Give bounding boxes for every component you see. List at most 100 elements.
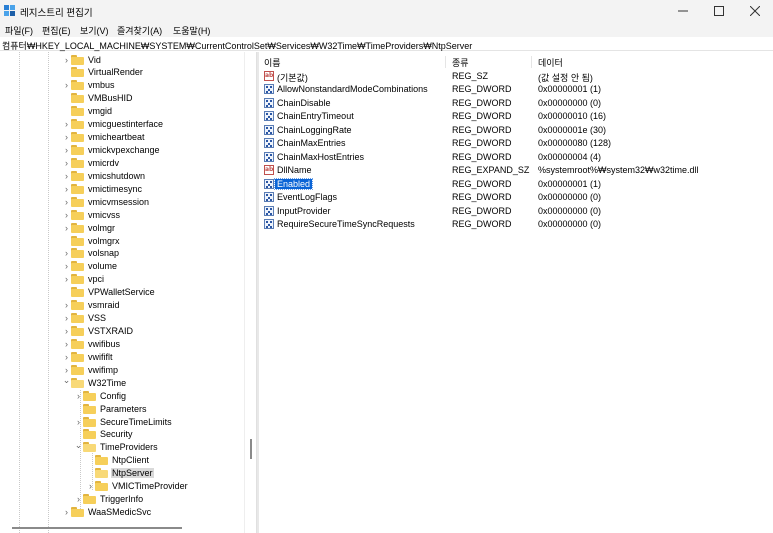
tree-item[interactable]: › vmicheartbeat (62, 131, 146, 144)
folder-icon (83, 390, 96, 401)
tree-item[interactable]: › Vid (62, 53, 102, 66)
tree-item[interactable]: › vwififlt (62, 350, 114, 363)
chevron-right-icon[interactable]: › (62, 195, 71, 208)
chevron-right-icon[interactable]: › (62, 337, 71, 350)
tree-item[interactable]: › volume (62, 260, 118, 273)
tree-item[interactable]: NtpClient (86, 454, 150, 467)
chevron-right-icon[interactable]: › (62, 350, 71, 363)
column-header-type[interactable]: 종류 (452, 56, 469, 69)
tree-horizontal-scroll-thumb[interactable] (12, 527, 182, 529)
column-header-data[interactable]: 데이터 (538, 56, 563, 69)
value-row[interactable]: ChainEntryTimeout REG_DWORD 0x00000010 (16… (259, 110, 773, 123)
chevron-right-icon[interactable]: › (62, 131, 71, 144)
value-type: REG_DWORD (452, 97, 512, 108)
tree-item[interactable]: › vmictimesync (62, 182, 143, 195)
menu-view[interactable]: 보기(V) (80, 24, 109, 37)
tree-item[interactable]: › volmgr (62, 221, 116, 234)
tree-item[interactable]: NtpServer (86, 467, 154, 480)
value-row[interactable]: ab (기본값) REG_SZ (값 설정 안 됨) (259, 70, 773, 83)
tree-item[interactable]: › vmicvmsession (62, 195, 150, 208)
column-separator[interactable] (531, 56, 532, 68)
menu-file[interactable]: 파일(F) (5, 24, 33, 37)
chevron-right-icon[interactable]: › (62, 79, 71, 92)
chevron-down-icon[interactable]: ⌄ (62, 374, 71, 387)
values-list-pane[interactable]: 이름 종류 데이터 ab (기본값) REG_SZ (값 설정 안 됨) AllowNo… (259, 52, 773, 533)
value-row[interactable]: ab DllName REG_EXPAND_SZ %systemroot%₩syste… (259, 164, 773, 177)
tree-item[interactable]: › VMICTimeProvider (86, 480, 189, 493)
value-row[interactable]: ChainMaxHostEntries REG_DWORD 0x00000004 (… (259, 151, 773, 164)
tree-item[interactable]: › VSTXRAID (62, 325, 134, 338)
chevron-right-icon[interactable]: › (62, 53, 71, 66)
tree-item[interactable]: › vmicshutdown (62, 169, 146, 182)
tree-item[interactable]: › TriggerInfo (74, 493, 144, 506)
value-data: 0x00000000 (0) (538, 205, 602, 216)
key-tree-pane[interactable]: › Vid VirtualRender › vmbus VMBusHID vmgid › vmi… (0, 52, 257, 533)
address-path[interactable]: 컴퓨터₩HKEY_LOCAL_MACHINE₩SYSTEM₩CurrentCon… (2, 39, 472, 52)
value-row[interactable]: RequireSecureTimeSyncRequests REG_DWORD 0x… (259, 218, 773, 231)
chevron-right-icon[interactable]: › (62, 247, 71, 260)
value-name: EventLogFlags (277, 192, 338, 203)
chevron-right-icon[interactable]: › (62, 156, 71, 169)
tree-item[interactable]: › VSS (62, 312, 107, 325)
chevron-down-icon[interactable]: ⌄ (74, 439, 83, 452)
tree-vertical-scrollbar[interactable] (244, 52, 256, 533)
tree-item[interactable]: VPWalletService (62, 286, 156, 299)
tree-vertical-scroll-thumb[interactable] (250, 439, 252, 459)
chevron-right-icon[interactable]: › (74, 389, 83, 402)
value-row[interactable]: Enabled REG_DWORD 0x00000001 (1) (259, 177, 773, 191)
tree-item[interactable]: VMBusHID (62, 92, 134, 105)
tree-item[interactable]: › vpci (62, 273, 105, 286)
menu-edit[interactable]: 편집(E) (42, 24, 71, 37)
tree-item[interactable]: VirtualRender (62, 66, 144, 79)
chevron-right-icon[interactable]: › (62, 312, 71, 325)
column-separator[interactable] (445, 56, 446, 68)
value-row[interactable]: AllowNonstandardModeCombinations REG_DWOR… (259, 83, 773, 96)
menu-help[interactable]: 도움말(H) (173, 24, 210, 37)
tree-item[interactable]: vmgid (62, 105, 113, 118)
value-row[interactable]: ChainMaxEntries REG_DWORD 0x00000080 (128) (259, 137, 773, 150)
value-row[interactable]: ChainLoggingRate REG_DWORD 0x0000001e (30) (259, 124, 773, 137)
tree-item[interactable]: › Config (74, 389, 127, 402)
tree-item[interactable]: › SecureTimeLimits (74, 415, 173, 428)
tree-item[interactable]: › vmickvpexchange (62, 144, 161, 157)
chevron-right-icon[interactable]: › (86, 480, 95, 493)
value-row[interactable]: InputProvider REG_DWORD 0x00000000 (0) (259, 205, 773, 218)
folder-icon (71, 93, 84, 104)
value-row[interactable]: EventLogFlags REG_DWORD 0x00000000 (0) (259, 191, 773, 204)
tree-item[interactable]: volmgrx (62, 234, 121, 247)
tree-item[interactable]: ⌄ W32Time (62, 374, 127, 389)
tree-item[interactable]: › vmicrdv (62, 156, 120, 169)
address-bar[interactable]: 컴퓨터₩HKEY_LOCAL_MACHINE₩SYSTEM₩CurrentCon… (0, 37, 773, 51)
chevron-right-icon[interactable]: › (74, 493, 83, 506)
chevron-right-icon[interactable]: › (62, 506, 71, 519)
menu-favorites[interactable]: 즐겨찾기(A) (117, 24, 162, 37)
tree-item[interactable]: › vmicvss (62, 208, 121, 221)
tree-item[interactable]: ⌄ TimeProviders (74, 439, 159, 454)
tree-item[interactable]: › vmbus (62, 79, 116, 92)
chevron-right-icon[interactable]: › (62, 208, 71, 221)
tree-item[interactable]: › WaaSMedicSvc (62, 506, 152, 519)
folder-icon (71, 261, 84, 272)
tree-item[interactable]: › vmicguestinterface (62, 118, 164, 131)
chevron-right-icon[interactable]: › (62, 169, 71, 182)
column-header-name[interactable]: 이름 (264, 56, 281, 69)
folder-icon (71, 222, 84, 233)
chevron-right-icon[interactable]: › (62, 144, 71, 157)
tree-item[interactable]: Parameters (74, 402, 148, 415)
minimize-button[interactable] (665, 0, 701, 22)
tree-item[interactable]: › volsnap (62, 247, 120, 260)
chevron-right-icon[interactable]: › (62, 182, 71, 195)
chevron-right-icon[interactable]: › (62, 118, 71, 131)
chevron-right-icon[interactable]: › (62, 221, 71, 234)
tree-item[interactable]: › vsmraid (62, 299, 121, 312)
chevron-right-icon[interactable]: › (62, 273, 71, 286)
tree-item-label: vmictimesync (88, 183, 143, 194)
close-button[interactable] (737, 0, 773, 22)
chevron-right-icon[interactable]: › (62, 299, 71, 312)
chevron-right-icon[interactable]: › (62, 325, 71, 338)
maximize-button[interactable] (701, 0, 737, 22)
chevron-right-icon[interactable]: › (74, 415, 83, 428)
value-row[interactable]: ChainDisable REG_DWORD 0x00000000 (0) (259, 97, 773, 110)
chevron-right-icon[interactable]: › (62, 260, 71, 273)
tree-item[interactable]: › vwifibus (62, 337, 121, 350)
